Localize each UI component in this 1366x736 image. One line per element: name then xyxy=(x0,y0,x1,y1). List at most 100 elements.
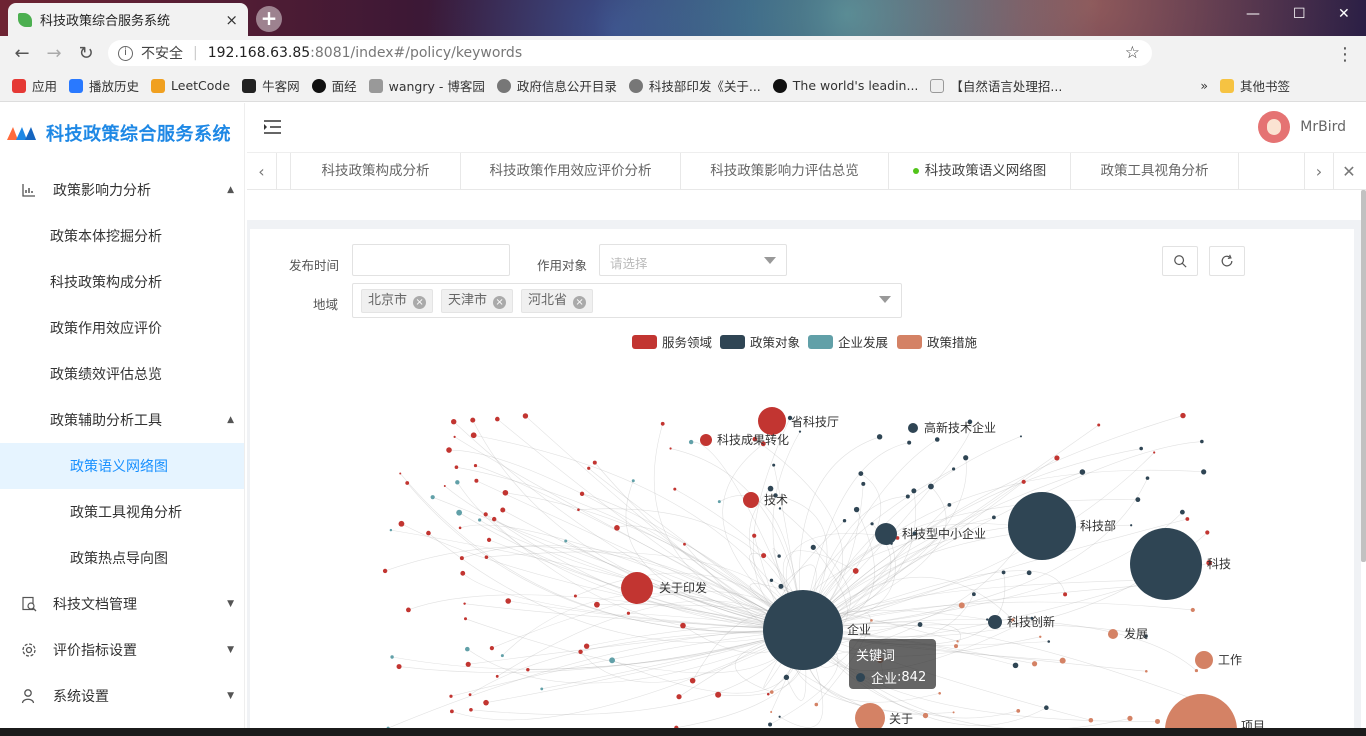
menu-policy-impact[interactable]: 政策影响力分析 ▲ xyxy=(0,167,244,213)
node-gaoxin[interactable] xyxy=(908,423,918,433)
menu-fold-icon[interactable] xyxy=(264,120,281,134)
graph-minor-node xyxy=(577,508,580,512)
node-jishu[interactable] xyxy=(743,492,759,508)
bookmark-mianjing[interactable]: 面经 xyxy=(311,76,357,95)
menu-semantic-network[interactable]: 政策语义网络图 xyxy=(0,443,244,489)
tag-close-icon[interactable]: × xyxy=(413,296,427,309)
target-select[interactable]: 请选择 xyxy=(599,244,787,276)
node-keji[interactable] xyxy=(1130,528,1202,600)
close-window-icon[interactable]: ✕ xyxy=(1338,6,1350,22)
search-button[interactable] xyxy=(1162,246,1198,276)
menu-system-settings[interactable]: 系统设置 ▼ xyxy=(0,673,244,719)
bookmark-leetcode[interactable]: LeetCode xyxy=(151,78,230,93)
menu-aux-tools[interactable]: 政策辅助分析工具 ▲ xyxy=(0,397,244,443)
tabs-scroll-right-icon[interactable]: › xyxy=(1304,153,1334,190)
reset-button[interactable] xyxy=(1209,246,1245,276)
bookmark-other[interactable]: 其他书签 xyxy=(1219,76,1290,95)
node-shengkejiting[interactable] xyxy=(758,407,786,435)
url-field[interactable]: i 不安全 | 192.168.63.85:8081/index#/policy… xyxy=(108,40,1152,66)
graph-minor-node xyxy=(991,515,996,520)
graph-minor-node xyxy=(917,622,923,627)
graph-minor-node xyxy=(455,480,460,485)
tab-tool-perspective[interactable]: 政策工具视角分析 xyxy=(1071,153,1239,190)
forward-icon[interactable]: → xyxy=(38,43,70,64)
tag-close-icon[interactable]: × xyxy=(573,296,587,309)
menu-doc-management[interactable]: 科技文档管理 ▼ xyxy=(0,581,244,627)
menu-hotspot[interactable]: 政策热点导向图 xyxy=(0,535,244,581)
legend-item[interactable]: 服务领域 xyxy=(632,332,712,351)
region-tag[interactable]: 天津市 × xyxy=(441,289,514,313)
bookmark-nowcoder[interactable]: 牛客网 xyxy=(242,76,300,95)
node-chuangxin[interactable] xyxy=(988,615,1002,629)
bookmark-star-icon[interactable]: ☆ xyxy=(1125,43,1140,63)
graph-minor-node xyxy=(861,481,866,486)
bookmark-apps[interactable]: 应用 xyxy=(12,76,57,95)
maximize-icon[interactable]: ☐ xyxy=(1293,6,1306,22)
node-guanyuyinfa[interactable] xyxy=(621,572,653,604)
new-tab-button[interactable]: + xyxy=(256,6,282,32)
browser-tab[interactable]: 科技政策综合服务系统 × xyxy=(8,3,248,36)
bookmark-most[interactable]: 科技部印发《关于... xyxy=(628,76,761,95)
menu-ontology-mining[interactable]: 政策本体挖掘分析 xyxy=(0,213,244,259)
tab-effect-eval[interactable]: 科技政策作用效应评价分析 xyxy=(461,153,681,190)
close-tab-icon[interactable]: × xyxy=(225,11,238,29)
app-logo[interactable]: 科技政策综合服务系统 xyxy=(0,103,244,163)
graph-minor-node xyxy=(1026,570,1032,576)
tab-composition[interactable]: 科技政策构成分析 xyxy=(291,153,461,190)
tabs-scroll-left-icon[interactable]: ‹ xyxy=(247,153,277,190)
menu-performance[interactable]: 政策绩效评估总览 xyxy=(0,351,244,397)
graph-tooltip: 关键词 企业: 842 xyxy=(849,639,936,689)
reload-icon[interactable]: ↻ xyxy=(70,43,102,64)
region-tag[interactable]: 河北省 × xyxy=(521,289,594,313)
bookmark-nlp[interactable]: 【自然语言处理招... xyxy=(930,76,1062,95)
scrollbar[interactable] xyxy=(1361,190,1366,562)
bookmark-history[interactable]: 播放历史 xyxy=(69,76,139,95)
menu-effect-eval[interactable]: 政策作用效应评价 xyxy=(0,305,244,351)
bookmark-gov[interactable]: 政府信息公开目录 xyxy=(496,76,617,95)
node-kejibu[interactable] xyxy=(1008,492,1076,560)
region-select[interactable]: 北京市 × 天津市 × 河北省 × xyxy=(352,283,902,318)
publish-time-input[interactable] xyxy=(352,244,510,276)
legend-item[interactable]: 企业发展 xyxy=(808,332,888,351)
menu-tool-perspective[interactable]: 政策工具视角分析 xyxy=(0,489,244,535)
node-zhongxiao[interactable] xyxy=(875,523,897,545)
graph-minor-node xyxy=(489,646,494,651)
graph-minor-node xyxy=(626,611,631,615)
semantic-network-graph[interactable]: 省科技厅 科技成果转化 高新技术企业 技术 科技型中小企业 科技部 科技 关于印… xyxy=(250,355,1358,736)
doc-search-icon xyxy=(22,596,37,612)
node-qiye[interactable] xyxy=(763,590,843,670)
graph-minor-node xyxy=(853,506,860,513)
legend-item[interactable]: 政策措施 xyxy=(897,332,977,351)
tabs-close-icon[interactable]: ✕ xyxy=(1334,153,1364,190)
menu-composition[interactable]: 科技政策构成分析 xyxy=(0,259,244,305)
logo-icon xyxy=(7,127,36,140)
graph-minor-node xyxy=(495,416,500,422)
back-icon[interactable]: ← xyxy=(6,43,38,64)
tab-semantic-network[interactable]: 科技政策语义网络图 xyxy=(889,153,1071,190)
node-fazhan[interactable] xyxy=(1108,629,1118,639)
bookmark-cnblogs[interactable]: wangry - 博客园 xyxy=(368,76,485,95)
node-gongzuo[interactable] xyxy=(1195,651,1213,669)
gear-icon xyxy=(22,643,36,657)
tag-close-icon[interactable]: × xyxy=(493,296,507,309)
menu-indicator-settings[interactable]: 评价指标设置 ▼ xyxy=(0,627,244,673)
chevron-down-icon: ▼ xyxy=(227,691,234,701)
graph-edge xyxy=(467,629,804,684)
graph-minor-node xyxy=(778,583,784,589)
graph-minor-node xyxy=(842,519,847,523)
refresh-icon xyxy=(1221,254,1233,267)
menu-icon[interactable]: ⋮ xyxy=(1329,44,1361,65)
tab-impact-overview[interactable]: 科技政策影响力评估总览 xyxy=(681,153,889,190)
graph-minor-node xyxy=(468,693,472,697)
legend-item[interactable]: 政策对象 xyxy=(720,332,800,351)
bookmark-github[interactable]: The world's leadin... xyxy=(772,78,918,93)
bookmarks-more[interactable]: » xyxy=(1200,78,1208,93)
info-icon[interactable]: i xyxy=(118,45,133,61)
graph-minor-node xyxy=(1190,607,1195,613)
minimize-icon[interactable]: — xyxy=(1246,6,1260,22)
node-chengguo[interactable] xyxy=(700,434,712,446)
user-menu[interactable]: MrBird xyxy=(1258,111,1346,143)
region-tag[interactable]: 北京市 × xyxy=(361,289,434,313)
graph-minor-node xyxy=(1031,661,1038,667)
graph-minor-node xyxy=(443,484,446,487)
